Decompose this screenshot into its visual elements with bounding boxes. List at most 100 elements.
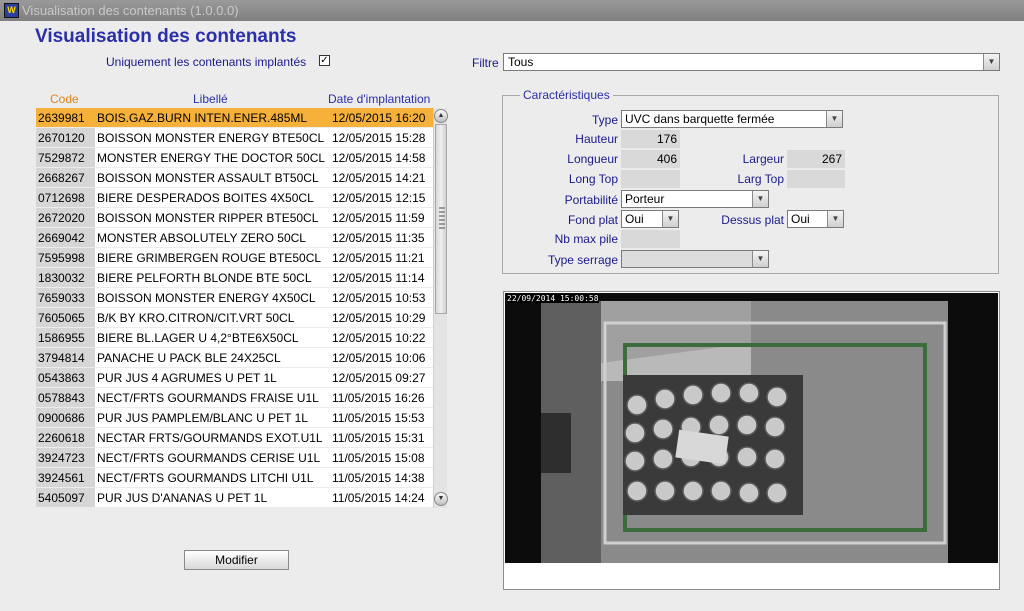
dessus-plat-value: Oui	[791, 212, 810, 226]
length-label: Longueur	[567, 152, 618, 166]
table-row[interactable]: 0578843 NECT/FRTS GOURMANDS FRAISE U1L 11/…	[36, 388, 433, 408]
table-row[interactable]: 1830032 BIERE PELFORTH BLONDE BTE 50CL 12/…	[36, 268, 433, 288]
chevron-down-icon[interactable]: ▼	[826, 111, 842, 127]
cell-date: 11/05/2015 14:38	[329, 468, 433, 488]
cell-date: 11/05/2015 15:53	[329, 408, 433, 428]
portability-select[interactable]: Porteur ▼	[621, 190, 769, 208]
implanted-only-checkbox[interactable]: ✓	[319, 55, 330, 66]
cell-label: BIERE GRIMBERGEN ROUGE BTE50CL	[95, 248, 329, 268]
table-row[interactable]: 2639981 BOIS.GAZ.BURN INTEN.ENER.485ML 12/…	[36, 108, 433, 128]
app-icon: W	[4, 3, 19, 18]
table-row[interactable]: 2668267 BOISSON MONSTER ASSAULT BT50CL 12/…	[36, 168, 433, 188]
height-label: Hauteur	[575, 132, 618, 146]
table-row[interactable]: 2669042 MONSTER ABSOLUTELY ZERO 50CL 12/05…	[36, 228, 433, 248]
cell-date: 11/05/2015 15:31	[329, 428, 433, 448]
column-header-code[interactable]: Code	[50, 92, 79, 106]
cell-label: PUR JUS D'ANANAS U PET 1L	[95, 488, 329, 508]
cell-code: 2260618	[36, 428, 95, 448]
cell-label: BIERE PELFORTH BLONDE BTE 50CL	[95, 268, 329, 288]
table-row[interactable]: 2260618 NECTAR FRTS/GOURMANDS EXOT.U1L 11/…	[36, 428, 433, 448]
filter-select[interactable]: Tous ▼	[503, 53, 1000, 71]
window-title: Visualisation des contenants (1.0.0.0)	[22, 3, 239, 18]
table-row[interactable]: 2672020 BOISSON MONSTER RIPPER BTE50CL 12/…	[36, 208, 433, 228]
chevron-down-icon[interactable]: ▼	[827, 211, 843, 227]
filter-value: Tous	[508, 55, 534, 69]
larg-top-label: Larg Top	[737, 172, 784, 186]
dessus-plat-select[interactable]: Oui ▼	[787, 210, 844, 228]
cell-date: 12/05/2015 10:29	[329, 308, 433, 328]
long-top-value	[621, 170, 680, 188]
cell-code: 2672020	[36, 208, 95, 228]
cell-label: BIERE BL.LAGER U 4,2°BTE6X50CL	[95, 328, 329, 348]
cell-label: MONSTER ABSOLUTELY ZERO 50CL	[95, 228, 329, 248]
cell-code: 7529872	[36, 148, 95, 168]
modify-button[interactable]: Modifier	[184, 550, 289, 570]
cell-code: 2668267	[36, 168, 95, 188]
cell-date: 12/05/2015 10:53	[329, 288, 433, 308]
dessus-plat-label: Dessus plat	[721, 213, 784, 227]
table-row[interactable]: 7595998 BIERE GRIMBERGEN ROUGE BTE50CL 12/…	[36, 248, 433, 268]
cell-code: 3794814	[36, 348, 95, 368]
cell-code: 3924561	[36, 468, 95, 488]
checkmark-icon: ✓	[320, 55, 329, 66]
cell-code: 7605065	[36, 308, 95, 328]
cell-date: 12/05/2015 09:27	[329, 368, 433, 388]
table-row[interactable]: 3924561 NECT/FRTS GOURMANDS LITCHI U1L 11/…	[36, 468, 433, 488]
table-row[interactable]: 0712698 BIERE DESPERADOS BOITES 4X50CL 12/…	[36, 188, 433, 208]
table-row[interactable]: 5405097 PUR JUS D'ANANAS U PET 1L 11/05/20…	[36, 488, 433, 508]
cell-label: PUR JUS 4 AGRUMES U PET 1L	[95, 368, 329, 388]
column-header-date[interactable]: Date d'implantation	[328, 92, 430, 106]
portability-label: Portabilité	[564, 193, 618, 207]
table-row[interactable]: 7605065 B/K BY KRO.CITRON/CIT.VRT 50CL 12/…	[36, 308, 433, 328]
cell-code: 7595998	[36, 248, 95, 268]
cell-label: BIERE DESPERADOS BOITES 4X50CL	[95, 188, 329, 208]
chevron-down-icon[interactable]: ▼	[752, 191, 768, 207]
fond-plat-label: Fond plat	[567, 213, 618, 227]
cell-code: 5405097	[36, 488, 95, 508]
cell-label: NECT/FRTS GOURMANDS CERISE U1L	[95, 448, 329, 468]
nb-max-pile-label: Nb max pile	[554, 232, 618, 246]
table-row[interactable]: 7659033 BOISSON MONSTER ENERGY 4X50CL 12/0…	[36, 288, 433, 308]
chevron-down-icon[interactable]: ▼	[983, 54, 999, 70]
cell-code: 2669042	[36, 228, 95, 248]
scrollbar-thumb[interactable]	[435, 124, 447, 314]
cell-code: 0578843	[36, 388, 95, 408]
table-row[interactable]: 1586955 BIERE BL.LAGER U 4,2°BTE6X50CL 12/…	[36, 328, 433, 348]
long-top-label: Long Top	[568, 172, 618, 186]
type-serrage-select[interactable]: ▼	[621, 250, 769, 268]
window-titlebar: W Visualisation des contenants (1.0.0.0)	[0, 0, 1024, 21]
list-scrollbar[interactable]: ▲ ▼	[433, 108, 448, 508]
table-row[interactable]: 0900686 PUR JUS PAMPLEM/BLANC U PET 1L 11/…	[36, 408, 433, 428]
cell-date: 12/05/2015 10:22	[329, 328, 433, 348]
cell-date: 12/05/2015 14:21	[329, 168, 433, 188]
type-serrage-label: Type serrage	[547, 253, 618, 267]
cell-code: 0543863	[36, 368, 95, 388]
scroll-up-icon[interactable]: ▲	[434, 109, 448, 123]
cell-code: 0900686	[36, 408, 95, 428]
chevron-down-icon[interactable]: ▼	[752, 251, 768, 267]
table-row[interactable]: 7529872 MONSTER ENERGY THE DOCTOR 50CL 12/…	[36, 148, 433, 168]
cell-code: 0712698	[36, 188, 95, 208]
height-value: 176	[621, 130, 680, 148]
fond-plat-select[interactable]: Oui ▼	[621, 210, 679, 228]
scroll-down-icon[interactable]: ▼	[434, 492, 448, 506]
table-row[interactable]: 2670120 BOISSON MONSTER ENERGY BTE50CL 12/…	[36, 128, 433, 148]
cell-label: MONSTER ENERGY THE DOCTOR 50CL	[95, 148, 329, 168]
table-row[interactable]: 0543863 PUR JUS 4 AGRUMES U PET 1L 12/05/2…	[36, 368, 433, 388]
table-row[interactable]: 3924723 NECT/FRTS GOURMANDS CERISE U1L 11/…	[36, 448, 433, 468]
cell-label: BOIS.GAZ.BURN INTEN.ENER.485ML	[95, 108, 329, 128]
cell-code: 3924723	[36, 448, 95, 468]
cell-code: 2639981	[36, 108, 95, 128]
camera-image: 22/09/2014 15:00:58	[505, 293, 998, 563]
type-select[interactable]: UVC dans barquette fermée ▼	[621, 110, 843, 128]
larg-top-value	[787, 170, 845, 188]
chevron-down-icon[interactable]: ▼	[662, 211, 678, 227]
table-row[interactable]: 3794814 PANACHE U PACK BLE 24X25CL 12/05/2…	[36, 348, 433, 368]
containers-list: 2639981 BOIS.GAZ.BURN INTEN.ENER.485ML 12/…	[36, 108, 433, 508]
characteristics-legend: Caractéristiques	[520, 88, 613, 102]
cell-code: 1586955	[36, 328, 95, 348]
width-label: Largeur	[742, 152, 784, 166]
cell-date: 11/05/2015 16:26	[329, 388, 433, 408]
column-header-label[interactable]: Libellé	[193, 92, 228, 106]
width-value: 267	[787, 150, 845, 168]
